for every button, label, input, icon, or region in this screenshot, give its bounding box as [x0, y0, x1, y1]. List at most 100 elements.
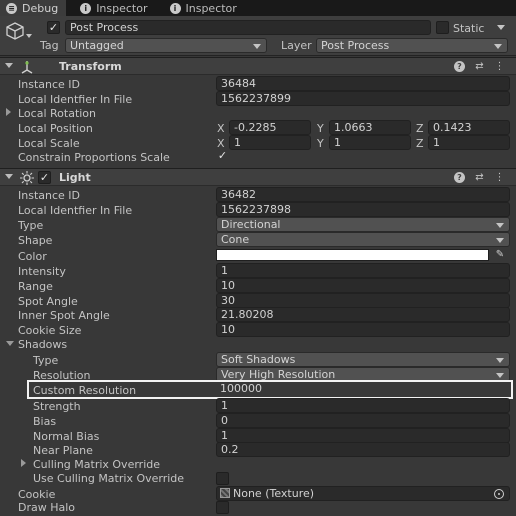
- foldout-arrow-icon[interactable]: [5, 63, 13, 68]
- scale-z-field[interactable]: 1: [428, 135, 510, 150]
- static-label: Static: [453, 22, 485, 35]
- type-dropdown[interactable]: Directional: [216, 217, 510, 232]
- info-icon: i: [169, 2, 181, 14]
- tab-label: Inspector: [96, 1, 148, 15]
- foldout-arrow-icon[interactable]: [5, 174, 13, 179]
- type-label: Type: [18, 219, 44, 232]
- position-y-field[interactable]: 1.0663: [329, 120, 411, 135]
- cookie-value: None (Texture): [233, 487, 315, 500]
- static-checkbox[interactable]: [436, 21, 449, 34]
- static-dropdown[interactable]: [488, 20, 510, 35]
- info-icon: i: [80, 2, 92, 14]
- axis-z-label: Z: [416, 137, 424, 150]
- foldout-arrow-icon[interactable]: [6, 108, 11, 116]
- axis-x-label: X: [217, 122, 225, 135]
- gameobject-icon: [6, 22, 24, 40]
- shape-label: Shape: [18, 234, 53, 247]
- light-icon: [20, 171, 34, 185]
- local-rotation-label[interactable]: Local Rotation: [18, 107, 96, 120]
- light-enabled-checkbox[interactable]: ✓: [38, 171, 51, 184]
- cookie-label: Cookie: [18, 488, 56, 501]
- tab-bar: ≡ Debug i Inspector i Inspector: [0, 0, 516, 16]
- object-name-field[interactable]: Post Process: [65, 20, 431, 35]
- axis-z-label: Z: [416, 122, 424, 135]
- strength-label: Strength: [33, 400, 81, 413]
- tag-value: Untagged: [70, 39, 124, 52]
- chevron-down-icon: [496, 223, 504, 228]
- light-instance-id-field: 36482: [216, 187, 510, 202]
- cookie-field[interactable]: None (Texture): [216, 486, 510, 501]
- scale-y-field[interactable]: 1: [329, 135, 411, 150]
- shadow-type-value: Soft Shadows: [221, 353, 296, 366]
- cookie-size-label: Cookie Size: [18, 324, 82, 337]
- color-label: Color: [18, 250, 47, 263]
- more-options-icon[interactable]: ⋮: [494, 172, 505, 183]
- eyedropper-icon[interactable]: ✎: [493, 248, 507, 262]
- layer-dropdown[interactable]: Post Process: [316, 38, 508, 53]
- use-culling-matrix-checkbox[interactable]: [216, 472, 229, 485]
- texture-icon: [220, 488, 230, 498]
- position-x-field[interactable]: -0.2285: [229, 120, 311, 135]
- tab-inspector-2[interactable]: i Inspector: [164, 0, 245, 16]
- presets-icon[interactable]: ⇄: [474, 61, 485, 72]
- custom-resolution-label: Custom Resolution: [33, 384, 137, 397]
- local-position-label: Local Position: [18, 122, 93, 135]
- tab-debug[interactable]: ≡ Debug: [0, 0, 67, 16]
- chevron-down-icon: [253, 44, 261, 49]
- range-field[interactable]: 10: [216, 278, 510, 293]
- light-instance-id-label: Instance ID: [18, 189, 80, 202]
- color-field[interactable]: [216, 249, 489, 261]
- instance-id-field: 36484: [216, 76, 510, 91]
- culling-matrix-override-label[interactable]: Culling Matrix Override: [33, 458, 160, 471]
- tag-dropdown[interactable]: Untagged: [65, 38, 267, 53]
- shape-value: Cone: [221, 233, 250, 246]
- shadow-type-dropdown[interactable]: Soft Shadows: [216, 352, 510, 367]
- object-picker-icon[interactable]: [494, 489, 504, 499]
- tab-label: Debug: [22, 1, 59, 15]
- intensity-label: Intensity: [18, 265, 66, 278]
- strength-field[interactable]: 1: [216, 398, 510, 413]
- light-local-id-field: 1562237898: [216, 202, 510, 217]
- position-z-field[interactable]: 0.1423: [428, 120, 510, 135]
- presets-icon[interactable]: ⇄: [474, 172, 485, 183]
- bias-field[interactable]: 0: [216, 413, 510, 428]
- instance-id-label: Instance ID: [18, 78, 80, 91]
- tag-label: Tag: [40, 39, 59, 52]
- shadows-label[interactable]: Shadows: [18, 338, 67, 351]
- normal-bias-field[interactable]: 1: [216, 428, 510, 443]
- axis-y-label: Y: [317, 122, 324, 135]
- range-label: Range: [18, 280, 53, 293]
- local-id-field: 1562237899: [216, 91, 510, 106]
- foldout-arrow-icon[interactable]: [6, 341, 14, 346]
- chevron-down-icon[interactable]: [26, 34, 32, 38]
- help-icon[interactable]: ?: [454, 61, 465, 72]
- inner-spot-angle-label: Inner Spot Angle: [18, 309, 110, 322]
- shape-dropdown[interactable]: Cone: [216, 232, 510, 247]
- chevron-down-icon: [496, 358, 504, 363]
- shadow-type-label: Type: [33, 354, 59, 367]
- bias-label: Bias: [33, 415, 57, 428]
- active-checkbox[interactable]: ✓: [47, 21, 60, 34]
- local-scale-label: Local Scale: [18, 137, 80, 150]
- light-header[interactable]: ✓ Light ? ⇄ ⋮: [0, 168, 516, 186]
- normal-bias-label: Normal Bias: [33, 430, 100, 443]
- transform-icon: [21, 61, 33, 74]
- help-icon[interactable]: ?: [454, 172, 465, 183]
- near-plane-field[interactable]: 0.2: [216, 442, 510, 457]
- constrain-scale-checkbox[interactable]: ✓: [216, 150, 229, 163]
- tab-inspector[interactable]: i Inspector: [74, 0, 155, 16]
- transform-header[interactable]: Transform ? ⇄ ⋮: [0, 57, 516, 75]
- draw-halo-checkbox[interactable]: [216, 501, 229, 514]
- custom-resolution-field[interactable]: 100000: [216, 382, 510, 397]
- scale-x-field[interactable]: 1: [229, 135, 311, 150]
- inner-spot-angle-field[interactable]: 21.80208: [216, 307, 510, 322]
- spot-angle-field[interactable]: 30: [216, 293, 510, 308]
- intensity-field[interactable]: 1: [216, 263, 510, 278]
- menu-icon: ≡: [6, 2, 17, 14]
- layer-value: Post Process: [321, 39, 390, 52]
- more-options-icon[interactable]: ⋮: [494, 61, 505, 72]
- light-title: Light: [59, 171, 91, 184]
- foldout-arrow-icon[interactable]: [21, 459, 26, 467]
- cookie-size-field[interactable]: 10: [216, 322, 510, 337]
- chevron-down-icon: [497, 25, 505, 30]
